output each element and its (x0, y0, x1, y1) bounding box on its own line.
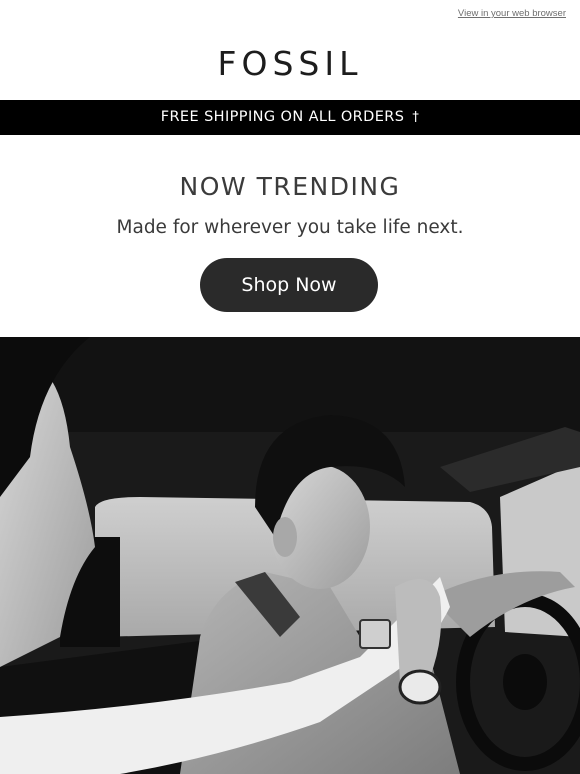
hero-image[interactable] (0, 337, 580, 774)
hero-photo-illustration (0, 337, 580, 774)
page-headline: NOW TRENDING (179, 172, 401, 201)
promo-banner[interactable]: FREE SHIPPING ON ALL ORDERS † (0, 100, 580, 135)
promo-dagger-symbol: † (412, 110, 420, 125)
page-subheadline: Made for wherever you take life next. (116, 217, 464, 238)
brand-logo[interactable]: FOSSIL (0, 44, 580, 84)
view-in-browser-link[interactable]: View in your web browser (458, 8, 566, 19)
promo-text: FREE SHIPPING ON ALL ORDERS (160, 109, 405, 125)
preheader: View in your web browser (0, 0, 580, 30)
shop-now-button[interactable]: Shop Now (200, 258, 378, 312)
